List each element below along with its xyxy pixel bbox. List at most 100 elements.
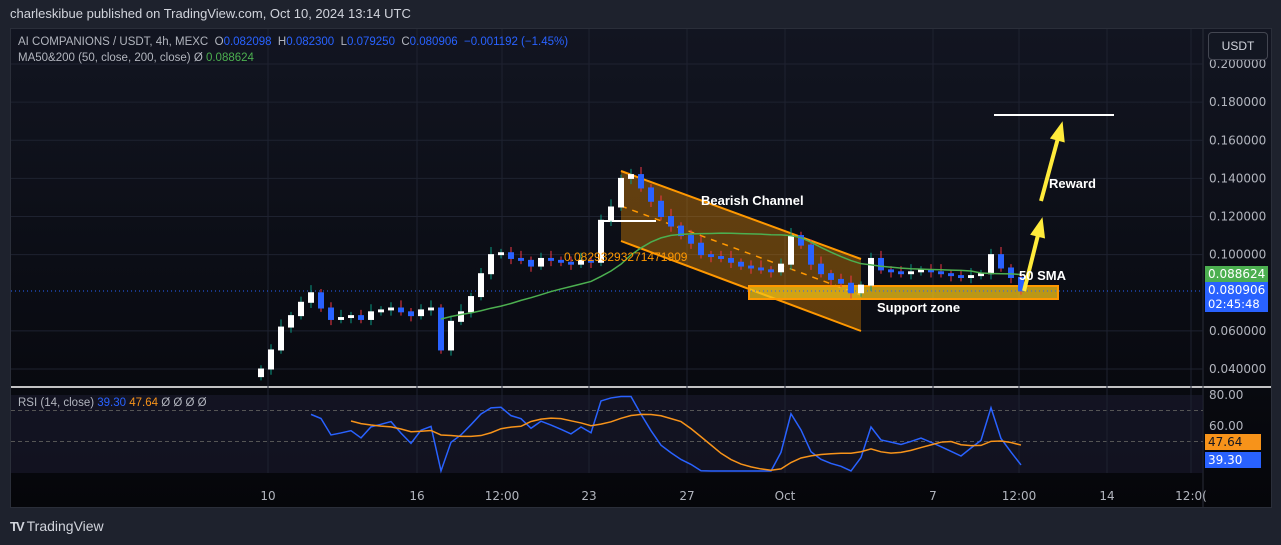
candle-body	[358, 315, 364, 320]
candle-body	[268, 349, 274, 370]
candle-body	[328, 307, 334, 320]
bar-countdown: 02:45:48	[1208, 297, 1260, 311]
rsi-value-icons: Ø Ø Ø Ø	[161, 397, 207, 409]
rsi-ma-tag: 47.64	[1205, 434, 1261, 450]
support-zone	[748, 285, 1059, 300]
time-tick-label: Oct	[775, 489, 796, 503]
candle-body	[548, 257, 554, 261]
candle-body	[368, 311, 374, 320]
candle-body	[788, 235, 794, 265]
price-tick-label: 0.100000	[1209, 248, 1266, 262]
candle-body	[998, 254, 1004, 269]
candle-body	[938, 271, 944, 275]
price-tick-label: 0.060000	[1209, 324, 1266, 338]
candle-body	[428, 307, 434, 311]
candle-body	[958, 275, 964, 279]
candle-body	[468, 296, 474, 313]
candle-body	[978, 273, 984, 277]
candle-body	[888, 269, 894, 273]
candle-body	[818, 263, 824, 275]
candle-body	[318, 292, 324, 309]
candle-body	[658, 200, 664, 218]
candle-body	[668, 216, 674, 227]
time-tick-label: 27	[679, 489, 694, 503]
candle-body	[498, 252, 504, 256]
price-tick-label: 0.120000	[1209, 210, 1266, 224]
candle-body	[528, 259, 534, 267]
ma-name: MA50&200 (50, close, 200, close)	[18, 52, 191, 64]
candle-body	[858, 284, 864, 294]
candle-body	[608, 206, 614, 221]
candle-body	[298, 301, 304, 317]
symbol-legend: AI COMPANIONS / USDT, 4h, MEXC O0.082098…	[18, 36, 568, 48]
candle-body	[448, 320, 454, 351]
candle-body	[948, 273, 954, 277]
candle-body	[918, 269, 924, 273]
rsi-tag: 39.30	[1205, 452, 1261, 468]
sma-label: 50 SMA	[1019, 268, 1067, 283]
candle-body	[538, 257, 544, 267]
rsi-value: 39.30	[97, 397, 127, 409]
candle-body	[868, 257, 874, 286]
price-tick-label: 0.180000	[1209, 95, 1266, 109]
candle-body	[458, 311, 464, 322]
tv-logo-icon: TV	[10, 518, 25, 534]
arrow-up-1-head-icon	[1030, 217, 1046, 239]
price-tick-label: 0.040000	[1209, 362, 1266, 376]
candle-body	[618, 177, 624, 208]
open-value: 0.082098	[223, 36, 272, 48]
rsi-tick-label: 80.00	[1209, 388, 1243, 402]
candle-body	[718, 256, 724, 259]
candle-body	[288, 315, 294, 328]
candle-body	[1008, 267, 1014, 279]
rsi-ma-value: 47.64	[129, 397, 159, 409]
candle-body	[258, 368, 264, 378]
candle-body	[418, 309, 424, 317]
visibility-icon[interactable]: Ø	[194, 52, 203, 64]
time-tick-label: 12:00	[485, 489, 520, 503]
candle-body	[828, 273, 834, 280]
reward-label: Reward	[1049, 176, 1096, 191]
price-tick-label: 0.160000	[1209, 133, 1266, 147]
rsi-tick-label: 60.00	[1209, 419, 1243, 433]
publisher-line: charleskibue published on TradingView.co…	[10, 6, 411, 21]
candle-body	[278, 326, 284, 351]
chart-panel[interactable]: 0.200000 0.180000 0.160000 0.140000 0.120000…	[10, 28, 1272, 508]
candle-body	[478, 273, 484, 298]
high-label: H	[277, 36, 287, 48]
tradingview-logo[interactable]: TV TradingView	[10, 518, 104, 534]
candle-body	[728, 257, 734, 263]
change-value: −0.001192 (−1.45%)	[464, 36, 569, 48]
chart-canvas[interactable]: 0.2000000.1800000.1600000.1400000.120000…	[11, 29, 1271, 507]
candle-body	[558, 259, 564, 263]
candle-body	[768, 269, 774, 273]
candle-body	[338, 317, 344, 320]
candle-body	[388, 307, 394, 311]
time-tick-label: 14	[1099, 489, 1114, 503]
candle-body	[648, 187, 654, 202]
high-value: 0.082300	[286, 36, 335, 48]
ma-legend[interactable]: MA50&200 (50, close, 200, close) Ø 0.088…	[18, 52, 254, 64]
open-label: O	[214, 36, 224, 48]
ma-price-tag: 0.088624	[1205, 266, 1269, 282]
candle-body	[308, 292, 314, 303]
candle-body	[878, 257, 884, 271]
time-tick-label: 12:00	[1002, 489, 1037, 503]
time-tick-label: 23	[581, 489, 596, 503]
candle-body	[398, 307, 404, 313]
time-tick-label: 7	[929, 489, 937, 503]
symbol-name[interactable]: AI COMPANIONS / USDT, 4h, MEXC	[18, 36, 208, 48]
arrow-up-2-head-icon	[1049, 121, 1065, 143]
close-label: C	[401, 36, 410, 48]
candle-body	[708, 254, 714, 258]
rsi-name: RSI (14, close)	[18, 397, 95, 409]
level-label: 0.08293293271471909	[564, 250, 688, 264]
currency-button[interactable]: USDT	[1208, 32, 1268, 60]
bearish-channel-label: Bearish Channel	[701, 193, 804, 208]
price-tick-label: 0.140000	[1209, 171, 1266, 185]
time-tick-label: 16	[409, 489, 424, 503]
rsi-legend[interactable]: RSI (14, close) 39.30 47.64 Ø Ø Ø Ø	[18, 397, 207, 409]
candle-body	[638, 174, 644, 189]
last-price-tag: 0.080906 02:45:48	[1205, 282, 1269, 312]
candle-body	[758, 267, 764, 271]
